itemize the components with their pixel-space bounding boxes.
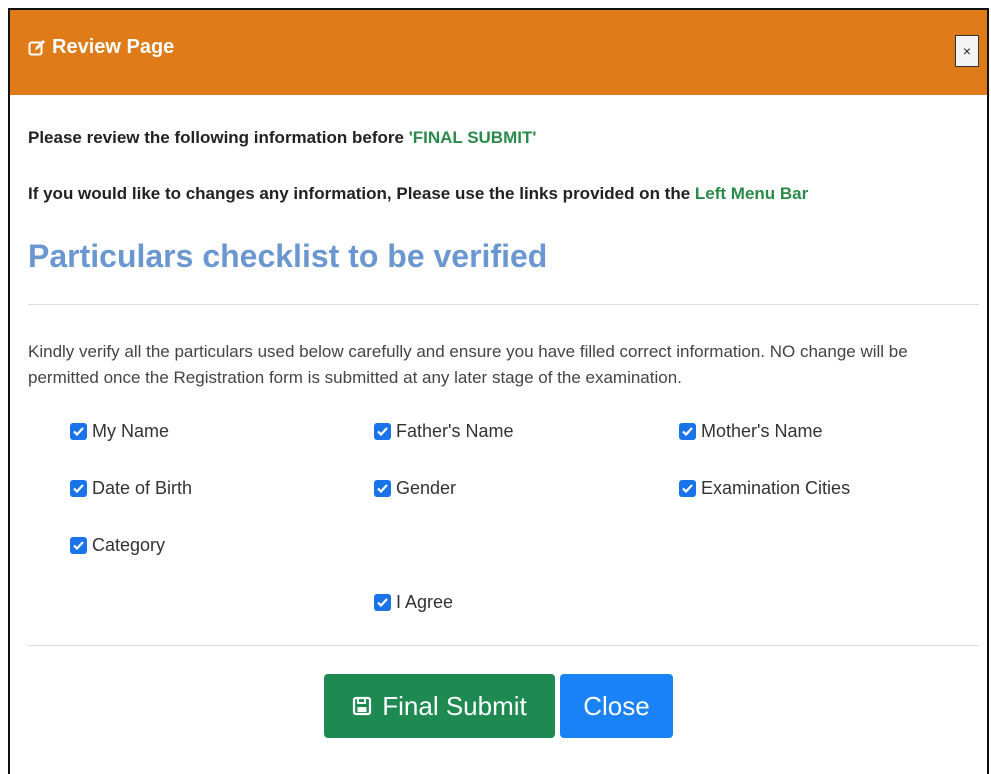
intro-line-1: Please review the following information … [28, 128, 536, 148]
checklist-heading: Particulars checklist to be verified [28, 238, 548, 274]
checkbox-fathers-name[interactable]: Father's Name [374, 421, 513, 442]
modal-title-text: Review Page [52, 36, 175, 58]
checkbox-i-agree[interactable]: I Agree [374, 592, 453, 613]
close-button[interactable]: Close [560, 674, 673, 738]
left-menu-bar-highlight: Left Menu Bar [694, 184, 809, 203]
checkbox-label: Mother's Name [701, 421, 823, 441]
checkbox-checked-icon[interactable] [374, 594, 391, 611]
save-icon [353, 696, 372, 716]
checkbox-checked-icon[interactable] [70, 537, 87, 554]
divider-bottom [28, 645, 979, 646]
final-submit-button[interactable]: Final Submit [324, 674, 555, 738]
close-x-button[interactable]: × [955, 35, 979, 67]
checkbox-examination-cities[interactable]: Examination Cities [679, 478, 850, 499]
intro-line-2-text: If you would like to changes any informa… [28, 184, 695, 203]
checkbox-mothers-name[interactable]: Mother's Name [679, 421, 822, 442]
checkbox-date-of-birth[interactable]: Date of Birth [70, 478, 192, 499]
checkbox-label: Category [92, 535, 166, 555]
checkbox-checked-icon[interactable] [374, 480, 391, 497]
divider-top [28, 304, 979, 305]
edit-icon [28, 39, 45, 55]
checkbox-gender[interactable]: Gender [374, 478, 456, 499]
checkbox-label: Date of Birth [92, 478, 193, 498]
checkbox-label: My Name [92, 421, 170, 441]
checkbox-my-name[interactable]: My Name [70, 421, 169, 442]
intro-line-1-text: Please review the following information … [28, 128, 409, 147]
intro-line-2: If you would like to changes any informa… [28, 184, 808, 204]
review-modal: Review Page × Please review the followin… [8, 8, 989, 774]
final-submit-highlight: 'FINAL SUBMIT' [408, 128, 537, 147]
modal-title: Review Page [28, 36, 174, 59]
checkbox-checked-icon[interactable] [70, 423, 87, 440]
checkbox-category[interactable]: Category [70, 535, 165, 556]
checkbox-label: Father's Name [396, 421, 514, 441]
final-submit-label: Final Submit [382, 690, 527, 721]
modal-header: Review Page × [10, 10, 987, 95]
checkbox-checked-icon[interactable] [679, 480, 696, 497]
checkbox-label: Gender [396, 478, 457, 498]
checkbox-checked-icon[interactable] [70, 480, 87, 497]
checkbox-label: I Agree [396, 592, 454, 612]
checkbox-checked-icon[interactable] [374, 423, 391, 440]
instructions-text: Kindly verify all the particulars used b… [28, 342, 908, 387]
checkbox-label: Examination Cities [701, 478, 851, 498]
checkbox-checked-icon[interactable] [679, 423, 696, 440]
